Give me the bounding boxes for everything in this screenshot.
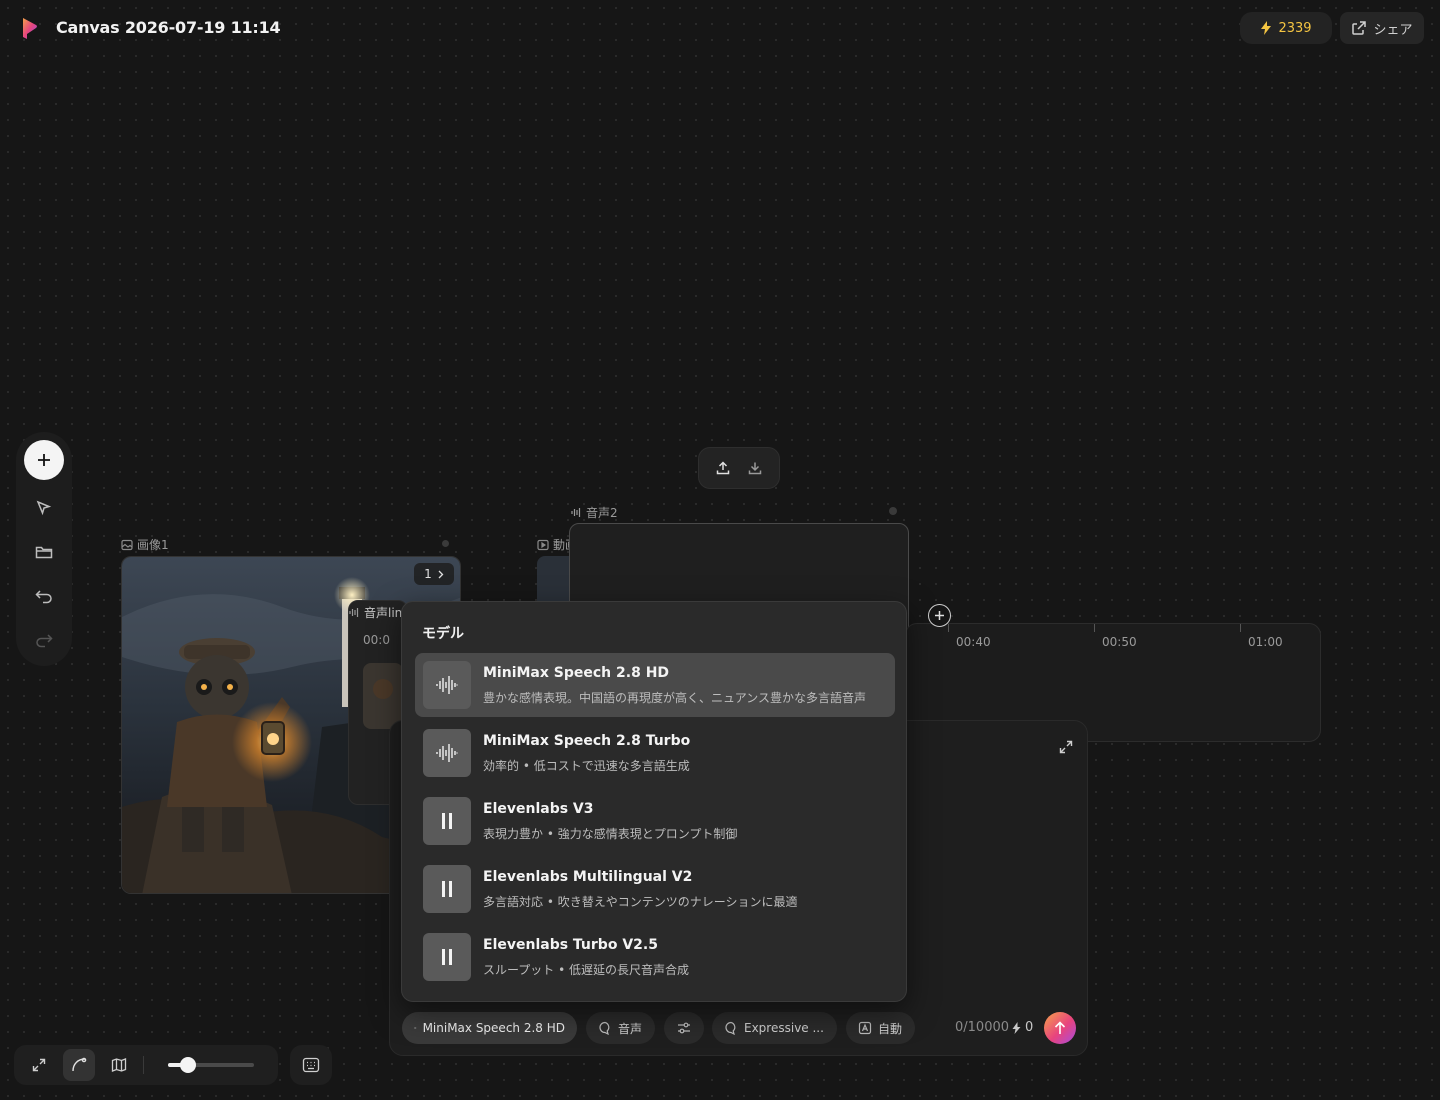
add-connection-button[interactable]: [928, 604, 951, 627]
expand-icon: [32, 1058, 46, 1072]
chevron-right-icon: [438, 570, 444, 578]
image-icon: [121, 539, 133, 550]
expand-button[interactable]: [1054, 735, 1078, 759]
download-icon: [748, 462, 762, 475]
expand-icon: [1059, 740, 1073, 754]
auto-icon: [858, 1021, 872, 1035]
settings-chip[interactable]: [664, 1012, 704, 1044]
plus-icon: [935, 611, 944, 620]
speaker-icon: [599, 1021, 610, 1035]
model-option[interactable]: MiniMax Speech 2.8 Turbo 効率的 • 低コストで迅速な多…: [415, 721, 895, 785]
model-name: Elevenlabs Turbo V2.5: [483, 936, 658, 953]
model-name: Elevenlabs Multilingual V2: [483, 868, 693, 885]
keyboard-icon: [302, 1057, 320, 1073]
folder-button[interactable]: [24, 534, 64, 570]
credits-badge[interactable]: 2339: [1240, 12, 1332, 44]
elevenlabs-icon: [423, 933, 471, 981]
model-dropdown: モデル MiniMax Speech 2.8 HD 豊かな感情表現。中国語の再現…: [401, 601, 907, 1002]
audio-node-handle[interactable]: [889, 507, 897, 515]
canvas-title[interactable]: Canvas 2026-07-19 11:14: [56, 18, 281, 37]
audio-timeline-label: 音声lin: [349, 604, 402, 621]
node-action-bar: [698, 447, 780, 489]
fit-view-button[interactable]: [23, 1049, 55, 1081]
waveform-icon: [414, 1027, 417, 1029]
upload-icon: [716, 461, 730, 475]
auto-chip[interactable]: 自動: [846, 1012, 915, 1044]
curve-icon: [72, 1057, 87, 1072]
model-description: 豊かな感情表現。中国語の再現度が高く、ニュアンス豊かな多言語音声: [483, 690, 867, 705]
model-option[interactable]: Elevenlabs V3 表現力豊か • 強力な感情表現とプロンプト制御: [415, 789, 895, 853]
undo-icon: [35, 590, 52, 604]
cursor-icon: [36, 500, 52, 516]
video-icon: [537, 539, 549, 550]
select-tool-button[interactable]: [24, 490, 64, 526]
elevenlabs-icon: [423, 865, 471, 913]
app-logo[interactable]: [20, 16, 40, 40]
sliders-icon: [678, 1022, 690, 1034]
image-node-handle[interactable]: [442, 540, 449, 547]
model-name: MiniMax Speech 2.8 Turbo: [483, 732, 691, 749]
external-link-icon: [1352, 21, 1367, 35]
behind-thumbnail: [363, 663, 403, 729]
model-selector-chip[interactable]: MiniMax Speech 2.8 HD: [402, 1012, 577, 1044]
add-node-button[interactable]: [24, 440, 64, 480]
arrow-up-icon: [1054, 1021, 1066, 1034]
model-description: スループット • 低遅延の長尺音声合成: [483, 962, 689, 977]
image-node-label: 画像1: [121, 536, 169, 553]
audio-icon: [571, 508, 581, 517]
model-name: MiniMax Speech 2.8 HD: [483, 664, 670, 681]
lightning-icon: [1261, 21, 1272, 35]
style-chip[interactable]: Expressive ...: [712, 1012, 837, 1044]
behind-time: 00:0: [363, 633, 390, 647]
timeline-tick: 00:40: [956, 635, 991, 649]
upload-button[interactable]: [709, 454, 737, 482]
image-page-indicator[interactable]: 1: [414, 563, 454, 585]
waveform-icon: [423, 661, 471, 709]
model-option[interactable]: Elevenlabs Multilingual V2 多言語対応 • 吹き替えや…: [415, 857, 895, 921]
curve-edge-button[interactable]: [63, 1049, 95, 1081]
model-option[interactable]: Elevenlabs Turbo V2.5 スループット • 低遅延の長尺音声合…: [415, 925, 895, 989]
redo-button[interactable]: [24, 622, 64, 658]
zoom-handle[interactable]: [179, 1057, 196, 1073]
minimap-button[interactable]: [103, 1049, 135, 1081]
toolbar-divider: [143, 1056, 144, 1074]
undo-button[interactable]: [24, 578, 64, 614]
timeline-tick: 00:50: [1102, 635, 1137, 649]
send-button[interactable]: [1044, 1012, 1076, 1044]
model-option[interactable]: MiniMax Speech 2.8 HD 豊かな感情表現。中国語の再現度が高く…: [415, 653, 895, 717]
keyboard-shortcuts-button[interactable]: [290, 1045, 332, 1085]
elevenlabs-icon: [423, 797, 471, 845]
redo-icon: [36, 634, 53, 648]
waveform-icon: [423, 729, 471, 777]
download-button[interactable]: [741, 454, 769, 482]
char-counter: 0/10000: [955, 1020, 1010, 1035]
share-label: シェア: [1373, 22, 1413, 38]
map-icon: [111, 1058, 127, 1072]
speaker-icon: [725, 1021, 736, 1035]
share-button[interactable]: シェア: [1340, 12, 1424, 44]
audio-node-label: 音声2: [571, 504, 618, 521]
plus-icon: [38, 454, 50, 466]
cost-indicator: 0: [1012, 1020, 1033, 1035]
dropdown-header: モデル: [422, 626, 464, 642]
folder-icon: [35, 546, 53, 559]
model-description: 多言語対応 • 吹き替えやコンテンツのナレーションに最適: [483, 894, 798, 909]
voice-chip[interactable]: 音声: [586, 1012, 655, 1044]
audio-icon: [349, 608, 359, 617]
model-name: Elevenlabs V3: [483, 800, 594, 817]
timeline-tick: 01:00: [1248, 635, 1283, 649]
model-description: 効率的 • 低コストで迅速な多言語生成: [483, 758, 690, 773]
lightning-icon: [1012, 1021, 1021, 1034]
credits-value: 2339: [1278, 20, 1312, 36]
model-description: 表現力豊か • 強力な感情表現とプロンプト制御: [483, 826, 738, 841]
